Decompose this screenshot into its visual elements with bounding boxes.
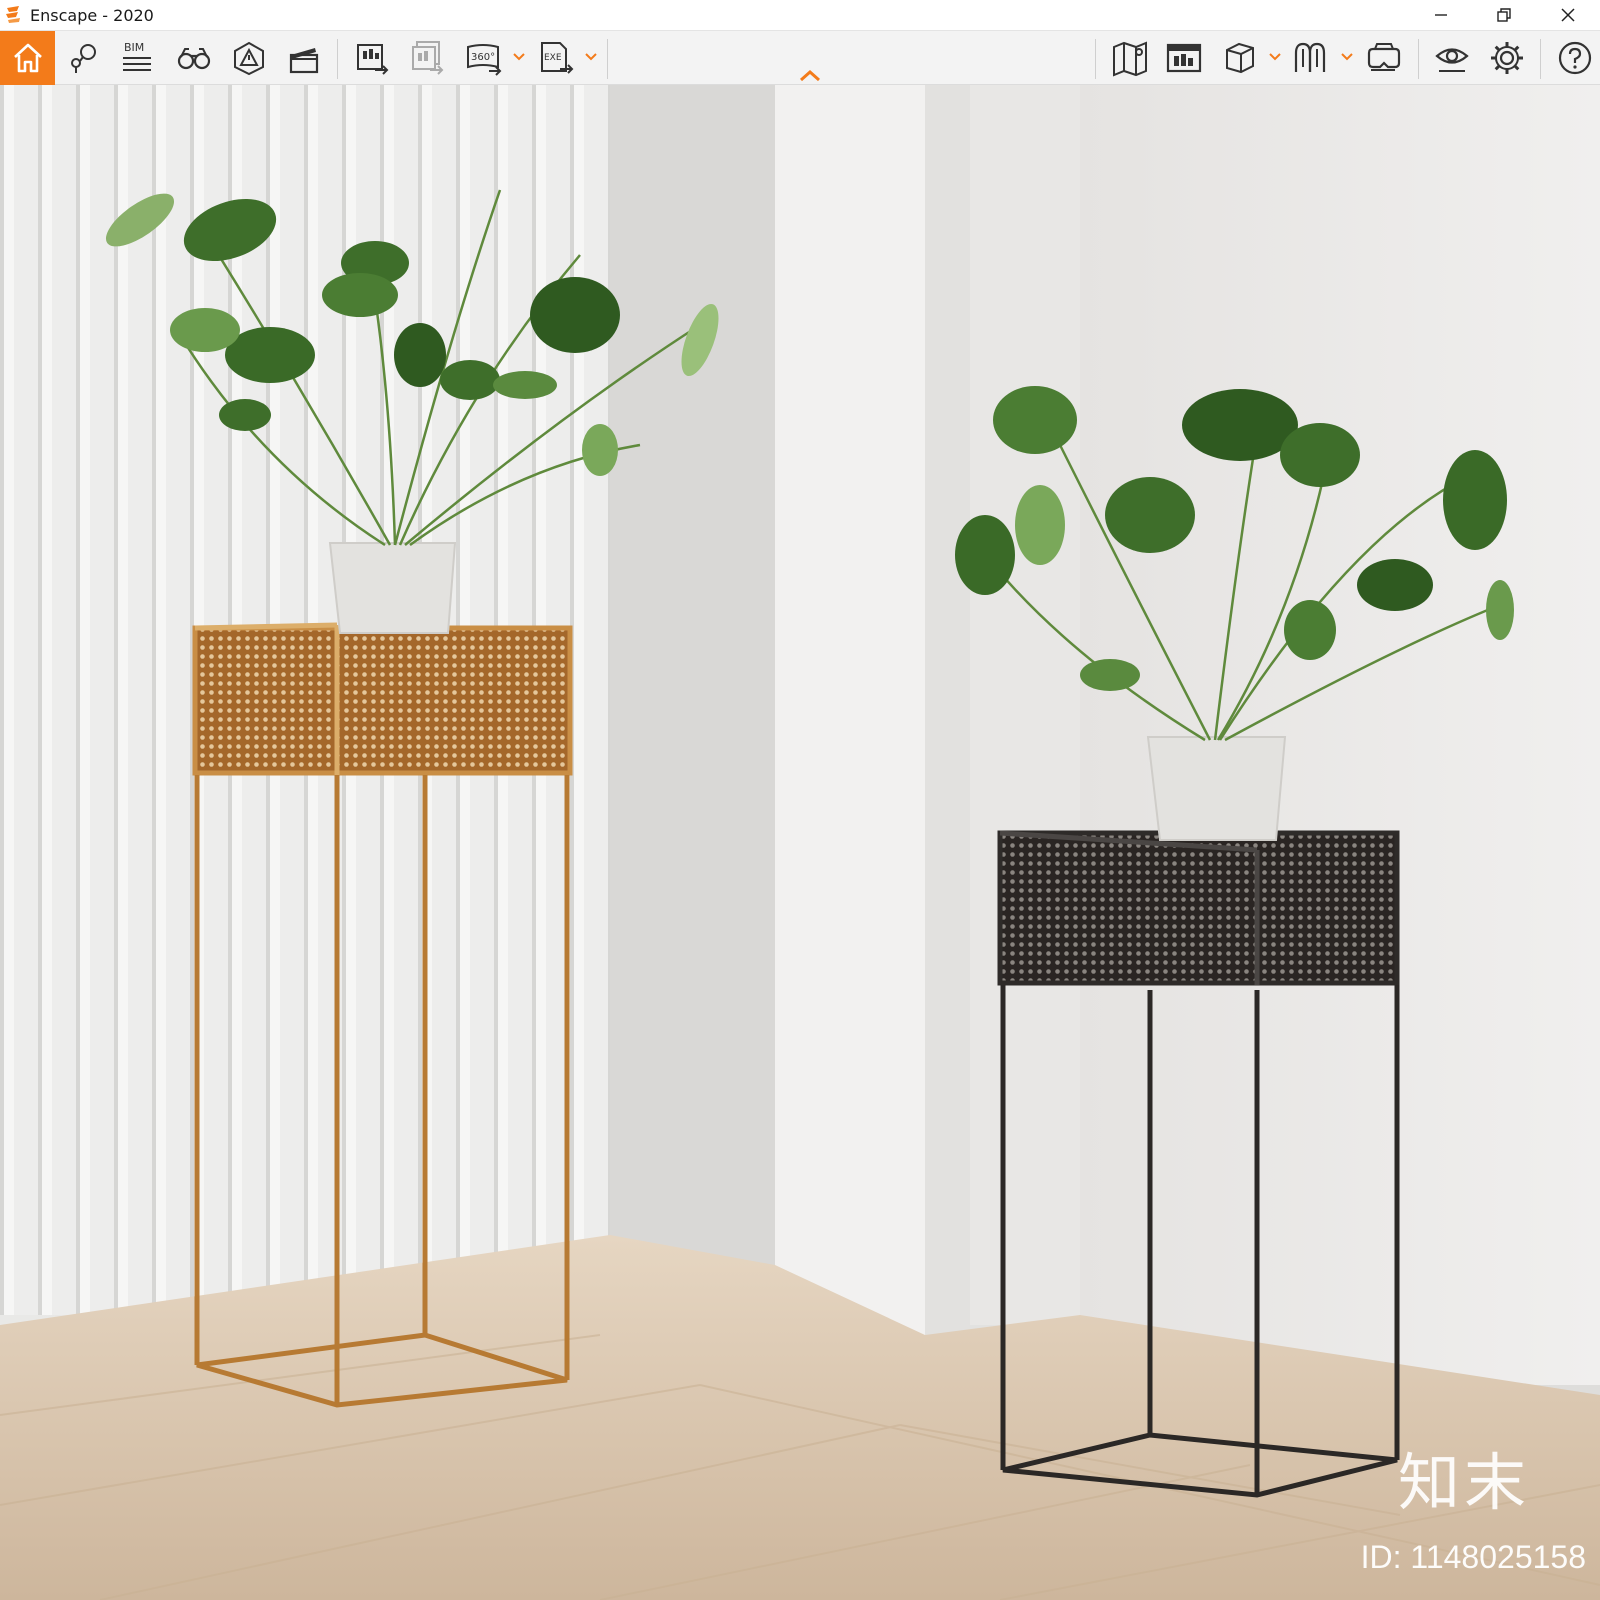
chevron-down-icon bbox=[1269, 53, 1281, 61]
home-button[interactable] bbox=[0, 31, 55, 85]
render-export-icon bbox=[357, 44, 389, 75]
asset-library-button[interactable] bbox=[1287, 34, 1335, 82]
batch-render-icon bbox=[412, 41, 444, 75]
map-button[interactable] bbox=[1106, 34, 1154, 82]
minimize-icon bbox=[1435, 14, 1447, 16]
video-editor-button[interactable] bbox=[280, 34, 328, 82]
title-bar: Enscape - 2020 bbox=[0, 0, 1600, 31]
help-icon bbox=[1558, 41, 1592, 75]
enscape-logo-icon bbox=[6, 6, 20, 23]
help-button[interactable] bbox=[1551, 34, 1599, 82]
restore-button[interactable] bbox=[1481, 0, 1527, 30]
panorama-dropdown[interactable] bbox=[512, 49, 526, 63]
asset-library-icon bbox=[1294, 42, 1326, 72]
cube-icon bbox=[1226, 42, 1254, 74]
issues-button[interactable] bbox=[225, 34, 273, 82]
close-icon bbox=[1561, 8, 1575, 22]
settings-gear-icon bbox=[1491, 42, 1523, 74]
assets-cube-button[interactable] bbox=[1216, 34, 1264, 82]
visual-settings-button[interactable] bbox=[1428, 34, 1476, 82]
alert-icon bbox=[234, 41, 264, 76]
home-icon bbox=[13, 43, 42, 73]
bim-icon: BIM bbox=[123, 41, 151, 71]
map-pin-icon bbox=[71, 44, 96, 73]
main-toolbar: BIM 360° EXE bbox=[0, 31, 1600, 85]
vr-headset-button[interactable] bbox=[1360, 34, 1408, 82]
bim-button[interactable]: BIM bbox=[113, 34, 161, 82]
chevron-down-icon bbox=[513, 53, 525, 61]
map-icon bbox=[1113, 41, 1147, 77]
clapperboard-icon bbox=[289, 48, 319, 74]
rendered-scene bbox=[0, 85, 1600, 1600]
export-dropdown[interactable] bbox=[584, 49, 598, 63]
toolbar-separator bbox=[607, 39, 608, 79]
svg-text:EXE: EXE bbox=[544, 53, 562, 63]
panorama-360-icon: 360° bbox=[467, 44, 502, 76]
svg-text:BIM: BIM bbox=[124, 41, 144, 54]
general-settings-button[interactable] bbox=[1483, 34, 1531, 82]
cube-dropdown[interactable] bbox=[1268, 49, 1282, 63]
svg-text:360°: 360° bbox=[471, 52, 495, 63]
toolbar-separator bbox=[1095, 39, 1096, 79]
minimize-button[interactable] bbox=[1418, 0, 1464, 30]
chevron-down-icon bbox=[585, 53, 597, 61]
toolbar-separator bbox=[1418, 39, 1419, 79]
panorama-360-button[interactable]: 360° bbox=[460, 34, 508, 82]
toolbar-separator bbox=[1540, 39, 1541, 79]
visual-settings-icon bbox=[1435, 48, 1469, 72]
binoculars-icon bbox=[177, 48, 211, 70]
views-button[interactable] bbox=[59, 34, 107, 82]
batch-render-button[interactable] bbox=[403, 34, 451, 82]
render-image-button[interactable] bbox=[348, 34, 396, 82]
walk-mode-button[interactable] bbox=[170, 34, 218, 82]
collapse-toolbar-button[interactable] bbox=[797, 68, 823, 84]
exe-export-icon: EXE bbox=[541, 42, 574, 74]
export-exe-button[interactable]: EXE bbox=[532, 34, 580, 82]
restore-icon bbox=[1497, 8, 1511, 22]
chevron-up-icon bbox=[800, 69, 820, 82]
toolbar-separator bbox=[337, 39, 338, 79]
vr-headset-icon bbox=[1367, 43, 1401, 71]
asset-library-dropdown[interactable] bbox=[1340, 49, 1354, 63]
chevron-down-icon bbox=[1341, 53, 1353, 61]
window-title: Enscape - 2020 bbox=[30, 6, 154, 25]
screenshot-manager-icon bbox=[1166, 43, 1202, 73]
watermark-id: ID: 1148025158 bbox=[1360, 1539, 1586, 1575]
close-button[interactable] bbox=[1545, 0, 1591, 30]
watermark-brand: 知末 bbox=[1397, 1446, 1530, 1519]
render-viewport[interactable]: 知末 ID: 1148025158 bbox=[0, 85, 1600, 1600]
screenshot-manager-button[interactable] bbox=[1160, 34, 1208, 82]
